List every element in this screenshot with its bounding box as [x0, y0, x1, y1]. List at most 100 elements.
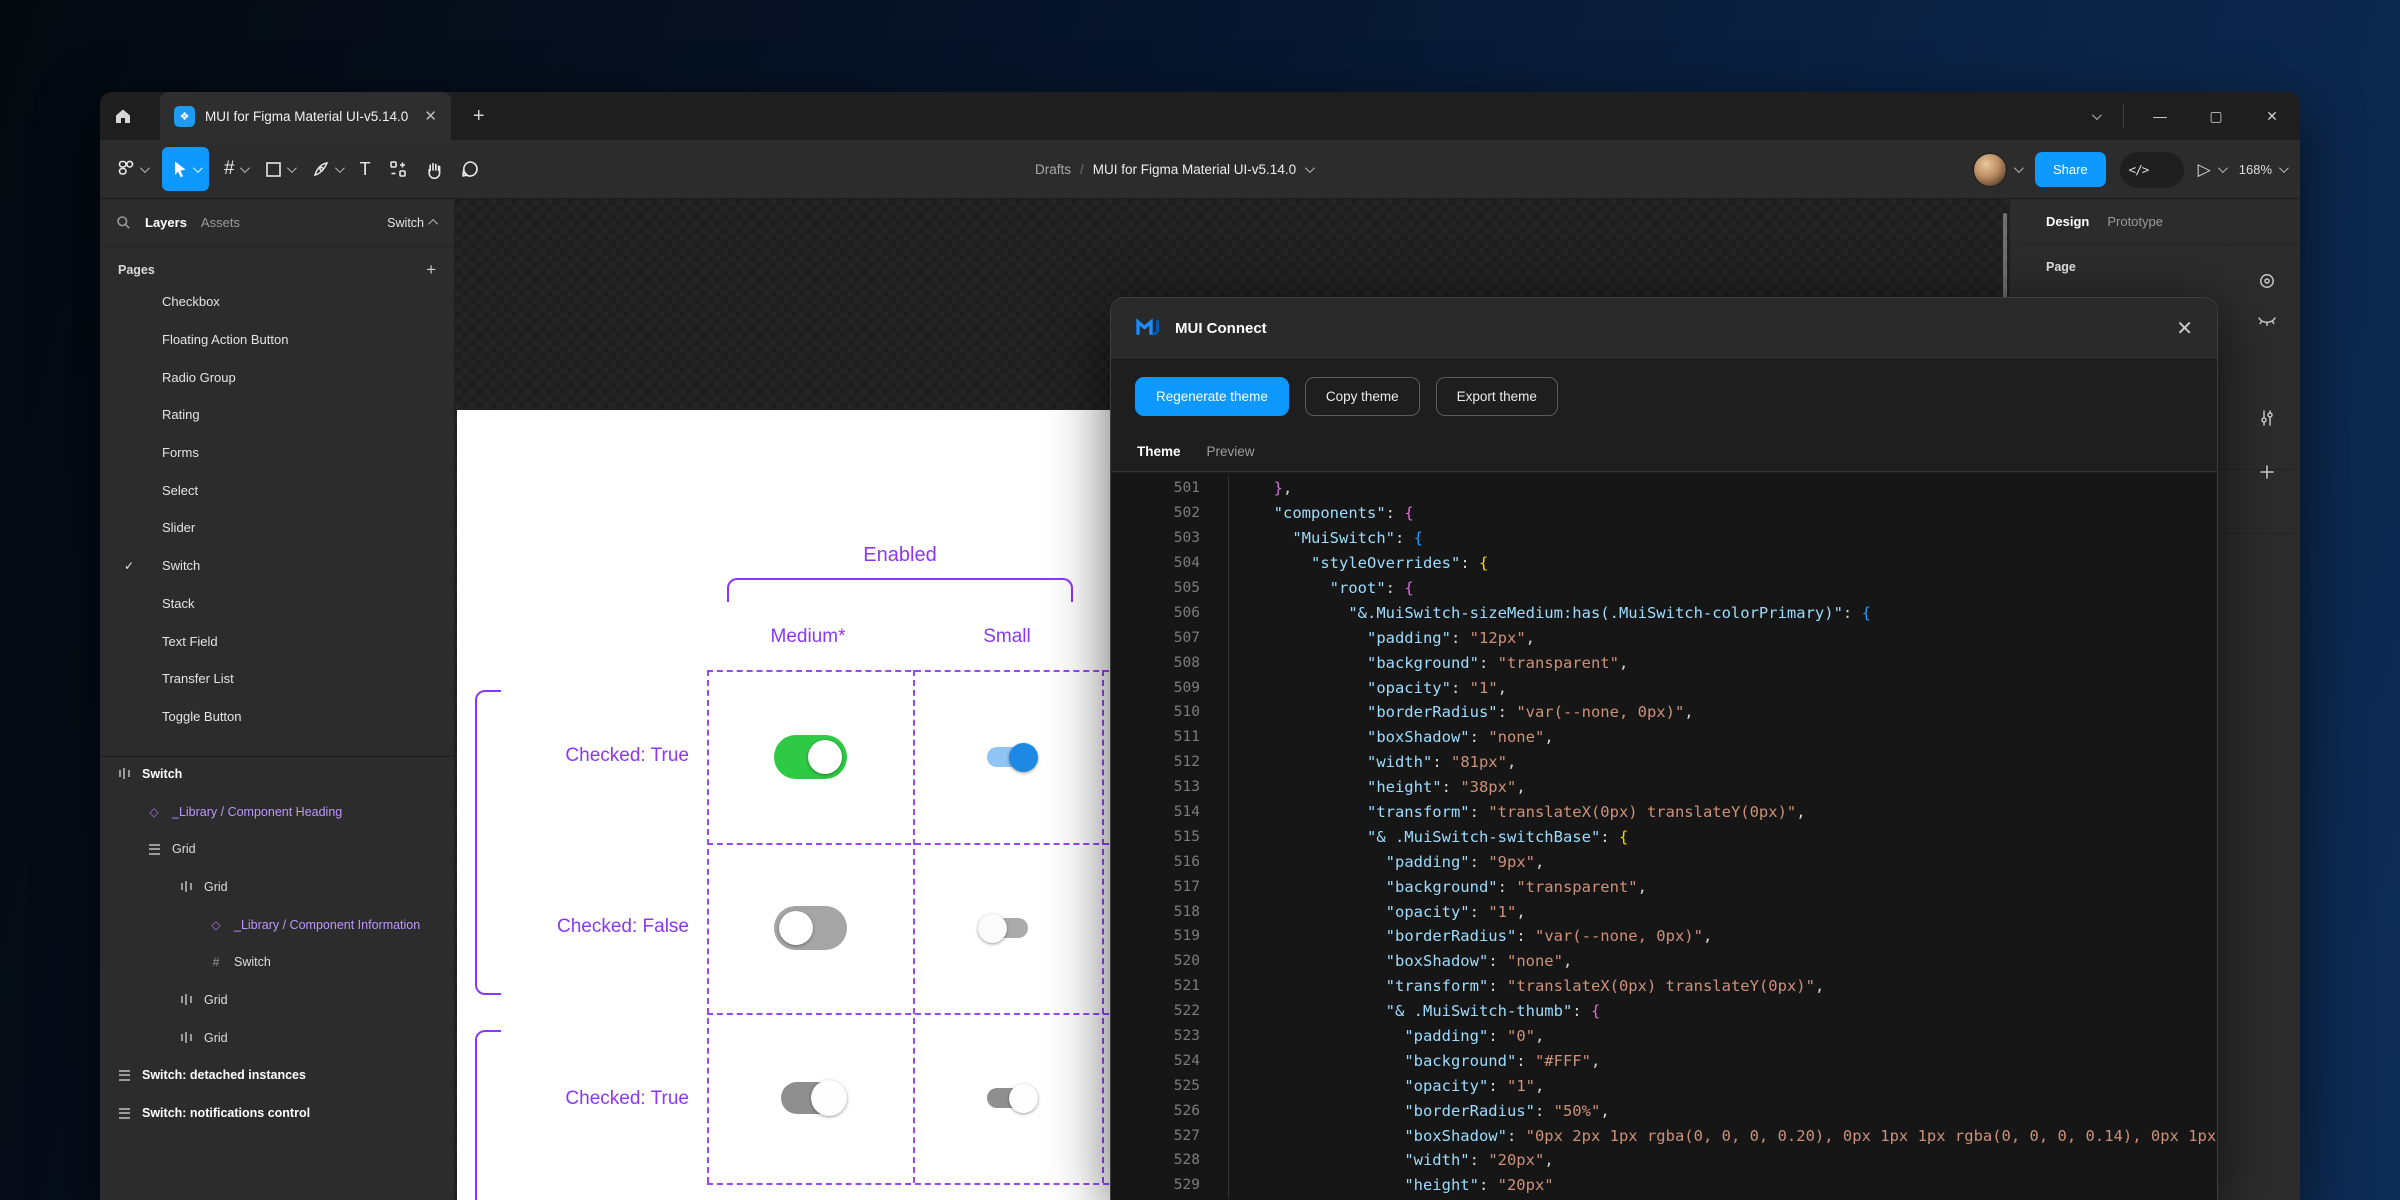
- zoom-menu[interactable]: 168%: [2239, 162, 2286, 177]
- layer-row[interactable]: Grid: [100, 830, 454, 868]
- grid-dashed-line: [707, 1013, 1119, 1015]
- layers-filter[interactable]: Switch: [387, 216, 438, 230]
- tab-assets[interactable]: Assets: [201, 215, 240, 230]
- switch-checked-small[interactable]: [987, 1088, 1028, 1108]
- frame-icon: [119, 768, 130, 779]
- left-sidebar: Layers Assets Switch Pages + CheckboxFlo…: [100, 199, 455, 1200]
- regenerate-theme-button[interactable]: Regenerate theme: [1135, 377, 1289, 416]
- tab-design[interactable]: Design: [2046, 214, 2089, 229]
- add-icon[interactable]: [2259, 452, 2275, 492]
- page-item[interactable]: Select: [100, 471, 454, 509]
- component-ring-icon[interactable]: [2258, 261, 2276, 301]
- check-icon: ✓: [124, 559, 134, 573]
- code-text: "opacity": "1",: [1229, 1077, 1544, 1095]
- play-icon: ▷: [2198, 160, 2211, 180]
- copy-theme-button[interactable]: Copy theme: [1305, 377, 1420, 416]
- search-icon[interactable]: [116, 215, 131, 230]
- code-line: 513 "height": "38px",: [1111, 775, 2217, 800]
- comment-tool-button[interactable]: [452, 147, 488, 191]
- page-item[interactable]: Forms: [100, 434, 454, 472]
- line-number: 520: [1111, 949, 1229, 974]
- page-item[interactable]: Stack: [100, 585, 454, 623]
- layer-row[interactable]: #Switch: [100, 943, 454, 981]
- right-sidebar-header: Design Prototype: [2022, 199, 2300, 245]
- close-button[interactable]: ✕: [2244, 92, 2300, 140]
- switch-checked-medium-compact[interactable]: [781, 1082, 839, 1114]
- switch-checked-medium[interactable]: [774, 735, 847, 779]
- avatar[interactable]: [1973, 153, 2007, 187]
- row-label-3: Checked: True: [469, 1088, 689, 1110]
- tab-layers[interactable]: Layers: [145, 215, 187, 230]
- file-tab[interactable]: ❖ MUI for Figma Material UI-v5.14.0 ✕: [160, 92, 451, 140]
- actions-tool-button[interactable]: [380, 147, 416, 191]
- breadcrumb-filename[interactable]: MUI for Figma Material UI-v5.14.0: [1093, 162, 1296, 177]
- code-line: 511 "boxShadow": "none",: [1111, 725, 2217, 750]
- text-tool-button[interactable]: T: [351, 147, 380, 191]
- grid-dashed-line: [707, 670, 1119, 672]
- left-sidebar-header: Layers Assets Switch: [100, 199, 454, 247]
- switch-unchecked-small[interactable]: [987, 918, 1028, 938]
- code-line: 517 "background": "transparent",: [1111, 874, 2217, 899]
- page-item[interactable]: Transfer List: [100, 660, 454, 698]
- theme-code-editor[interactable]: 501 },502 "components": {503 "MuiSwitch"…: [1111, 473, 2217, 1200]
- maximize-button[interactable]: ▢: [2188, 92, 2244, 140]
- switch-checked-small[interactable]: [987, 747, 1028, 767]
- layer-row[interactable]: Switch: detached instances: [100, 1057, 454, 1095]
- code-line: 508 "background": "transparent",: [1111, 650, 2217, 675]
- tab-theme[interactable]: Theme: [1137, 444, 1181, 459]
- share-button[interactable]: Share: [2035, 152, 2106, 187]
- home-icon: [114, 107, 132, 125]
- switch-unchecked-medium[interactable]: [774, 906, 847, 950]
- adjust-sliders-icon[interactable]: [2258, 398, 2276, 438]
- tab-prototype[interactable]: Prototype: [2107, 214, 2163, 229]
- layer-row[interactable]: ◇_Library / Component Heading: [100, 793, 454, 831]
- tab-close-icon[interactable]: ✕: [424, 107, 437, 125]
- page-item[interactable]: Floating Action Button: [100, 321, 454, 359]
- code-line: 515 "& .MuiSwitch-switchBase": {: [1111, 824, 2217, 849]
- dev-mode-toggle[interactable]: </>: [2120, 152, 2184, 188]
- export-theme-button[interactable]: Export theme: [1436, 377, 1558, 416]
- hand-tool-button[interactable]: [416, 147, 452, 191]
- page-item[interactable]: ✓Switch: [100, 547, 454, 585]
- add-page-button[interactable]: +: [426, 260, 436, 280]
- account-menu[interactable]: [1973, 153, 2021, 187]
- shape-tool-button[interactable]: [256, 147, 303, 191]
- move-tool-button[interactable]: [162, 147, 209, 191]
- layer-row[interactable]: Switch: notifications control: [100, 1094, 454, 1132]
- tab-preview[interactable]: Preview: [1207, 444, 1255, 459]
- figma-file-icon: ❖: [174, 106, 195, 127]
- page-item[interactable]: Rating: [100, 396, 454, 434]
- right-panel-rail: [2252, 259, 2282, 492]
- layer-row[interactable]: Grid: [100, 981, 454, 1019]
- page-item[interactable]: Radio Group: [100, 358, 454, 396]
- code-text: "background": "#FFF",: [1229, 1052, 1600, 1070]
- present-menu[interactable]: ▷: [2198, 160, 2225, 180]
- code-line: 519 "borderRadius": "var(--none, 0px)",: [1111, 924, 2217, 949]
- home-button[interactable]: [100, 92, 146, 140]
- layer-row[interactable]: Grid: [100, 1019, 454, 1057]
- breadcrumb-drafts[interactable]: Drafts: [1035, 162, 1071, 177]
- page-item[interactable]: Text Field: [100, 622, 454, 660]
- layer-row[interactable]: Switch: [100, 755, 454, 793]
- grid-dashed-line: [707, 843, 1119, 845]
- line-number: 526: [1111, 1098, 1229, 1123]
- line-number: 514: [1111, 800, 1229, 825]
- layers-tree: Switch◇_Library / Component HeadingGridG…: [100, 755, 454, 1132]
- code-text: "&.MuiSwitch-sizeMedium:has(.MuiSwitch-c…: [1229, 604, 1871, 622]
- page-item[interactable]: Slider: [100, 509, 454, 547]
- dialog-close-icon[interactable]: ✕: [2176, 316, 2193, 341]
- window-menu-button[interactable]: [2067, 92, 2123, 140]
- pen-tool-button[interactable]: [303, 147, 351, 191]
- row-group-bracket: [475, 690, 501, 995]
- page-item[interactable]: Toggle Button: [100, 698, 454, 736]
- minimize-button[interactable]: —: [2132, 92, 2188, 140]
- layer-row[interactable]: ◇_Library / Component Information: [100, 906, 454, 944]
- frame-icon: [181, 1032, 192, 1043]
- main-menu-button[interactable]: [108, 147, 156, 191]
- eye-closed-icon[interactable]: [2257, 301, 2277, 341]
- new-tab-button[interactable]: +: [473, 105, 485, 128]
- frame-tool-button[interactable]: #: [215, 147, 256, 191]
- line-number: 511: [1111, 725, 1229, 750]
- page-item[interactable]: Checkbox: [100, 283, 454, 321]
- layer-row[interactable]: Grid: [100, 868, 454, 906]
